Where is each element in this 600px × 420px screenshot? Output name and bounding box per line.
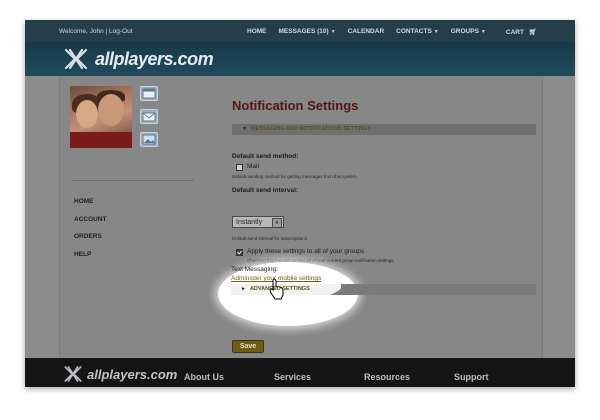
- send-method-label: Default send method:: [232, 153, 299, 160]
- sidebar-menu: HOME ACCOUNT ORDERS HELP: [74, 198, 107, 268]
- mail-checkbox[interactable]: [236, 164, 243, 171]
- divider: [72, 180, 194, 181]
- footer-resources[interactable]: Resources: [364, 372, 410, 382]
- sidebar-item-home[interactable]: HOME: [74, 198, 107, 205]
- chevron-down-icon: ▼: [330, 29, 336, 35]
- logo-icon[interactable]: [63, 364, 83, 384]
- brand-name[interactable]: allplayers.com: [95, 49, 214, 70]
- chevron-down-icon: ▼: [480, 29, 486, 35]
- nav-calendar-label: CALENDAR: [347, 28, 385, 35]
- main-nav: HOME MESSAGES (10) ▼ CALENDAR CONTACTS ▼ G…: [247, 28, 549, 36]
- nav-groups[interactable]: GROUPS ▼: [451, 28, 486, 36]
- chevron-down-icon: ▾: [272, 218, 282, 228]
- send-interval-select[interactable]: Instantly ▾: [232, 216, 284, 228]
- save-button[interactable]: Save: [232, 340, 264, 353]
- page-title: Notification Settings: [232, 98, 359, 113]
- photo-detail: [98, 94, 124, 126]
- sidebar-item-orders[interactable]: ORDERS: [74, 233, 107, 240]
- nav-messages[interactable]: MESSAGES (10) ▼: [279, 28, 336, 36]
- app-window: Welcome, John | Log-Out HOME MESSAGES (1…: [25, 20, 575, 387]
- triangle-right-icon: ►: [241, 286, 246, 292]
- section-title: MESSAGING AND NOTIFICATIONS SETTINGS: [250, 126, 371, 132]
- profile-photo[interactable]: [70, 86, 132, 148]
- triangle-down-icon: ▼: [242, 126, 247, 132]
- send-interval-description: Default send interval for subscriptions.: [232, 236, 309, 241]
- footer-about-us[interactable]: About Us: [184, 372, 224, 382]
- advanced-settings-title: ADVANCED SETTINGS: [249, 286, 310, 292]
- top-nav-bar: Welcome, John | Log-Out HOME MESSAGES (1…: [25, 20, 575, 42]
- sidebar-item-help[interactable]: HELP: [74, 251, 107, 258]
- mail-option-label: Mail: [247, 163, 259, 170]
- profile-icons: [140, 86, 158, 155]
- photo-detail: [76, 100, 98, 128]
- nav-calendar[interactable]: CALENDAR: [348, 28, 384, 36]
- nav-groups-label: GROUPS: [450, 28, 479, 35]
- apply-all-label: Apply these settings to all of your grou…: [247, 248, 365, 255]
- nav-contacts-label: CONTACTS: [396, 28, 432, 35]
- footer-brand[interactable]: allplayers.com: [87, 367, 177, 382]
- photo-detail: [70, 132, 132, 148]
- nav-home[interactable]: HOME: [247, 28, 267, 36]
- logo-icon[interactable]: [63, 46, 89, 72]
- welcome-text: Welcome, John: [59, 28, 104, 35]
- welcome-area: Welcome, John | Log-Out: [59, 28, 133, 35]
- chevron-down-icon: ▼: [433, 29, 439, 35]
- photo-icon[interactable]: [140, 132, 158, 147]
- calendar-icon[interactable]: [140, 86, 158, 101]
- footer: allplayers.com About Us Services Resourc…: [25, 358, 575, 387]
- footer-services[interactable]: Services: [274, 372, 311, 382]
- nav-cart[interactable]: CART 🛒︎: [506, 28, 537, 36]
- messaging-section-header[interactable]: ▼ MESSAGING AND NOTIFICATIONS SETTINGS: [232, 124, 536, 135]
- mail-icon[interactable]: [140, 109, 158, 124]
- nav-cart-label: CART: [505, 29, 524, 36]
- cart-icon: 🛒︎: [528, 29, 538, 36]
- send-interval-label: Default send interval:: [232, 187, 299, 194]
- send-interval-value: Instantly: [236, 219, 263, 226]
- text-messaging-label: Text Messaging:: [231, 266, 278, 273]
- nav-contacts[interactable]: CONTACTS ▼: [396, 28, 439, 36]
- apply-all-checkbox[interactable]: [236, 249, 243, 256]
- logout-link[interactable]: Log-Out: [109, 28, 133, 35]
- footer-support[interactable]: Support: [454, 372, 489, 382]
- sidebar-item-account[interactable]: ACCOUNT: [74, 216, 107, 223]
- header-band: allplayers.com: [25, 42, 575, 76]
- nav-messages-label: MESSAGES (10): [278, 28, 329, 35]
- nav-home-label: HOME: [247, 28, 267, 35]
- send-method-description: Default sending method for getting messa…: [232, 174, 358, 179]
